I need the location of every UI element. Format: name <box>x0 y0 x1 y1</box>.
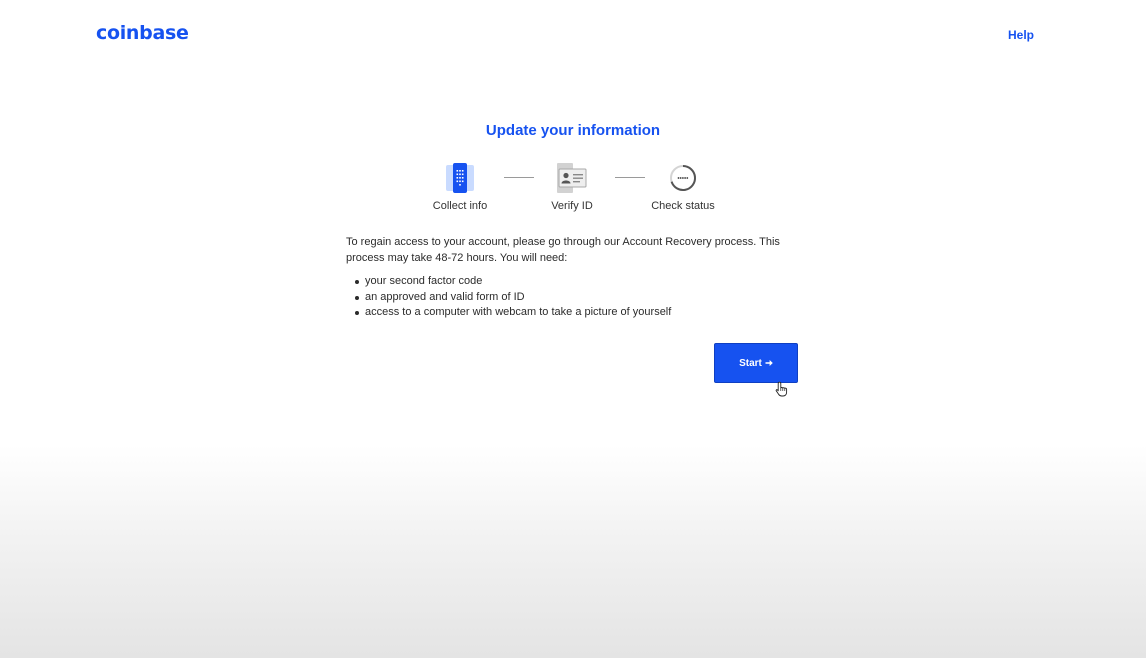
step-label: Verify ID <box>551 200 593 212</box>
hand-pointer-cursor-icon <box>775 381 788 397</box>
arrow-right-icon <box>765 360 773 366</box>
help-link[interactable]: Help <box>1008 28 1034 42</box>
id-card-icon <box>557 163 587 193</box>
recovery-intro-text: To regain access to your account, please… <box>346 236 780 264</box>
list-item: your second factor code <box>346 274 671 290</box>
start-button[interactable]: Start <box>714 343 798 383</box>
page-title: Update your information <box>485 122 661 139</box>
step-label: Check status <box>651 200 715 212</box>
list-item: an approved and valid form of ID <box>346 290 671 306</box>
coinbase-logo[interactable]: coinbase <box>96 22 189 44</box>
phone-keypad-icon <box>446 163 474 193</box>
step-collect-info: Collect info <box>405 160 515 212</box>
step-label: Collect info <box>432 200 488 212</box>
step-check-status: Check status <box>628 160 738 212</box>
start-button-label: Start <box>739 357 762 369</box>
requirements-list: your second factor code an approved and … <box>346 274 671 321</box>
list-item: access to a computer with webcam to take… <box>346 305 671 321</box>
status-spinner-icon <box>670 165 696 191</box>
step-verify-id: Verify ID <box>517 160 627 212</box>
